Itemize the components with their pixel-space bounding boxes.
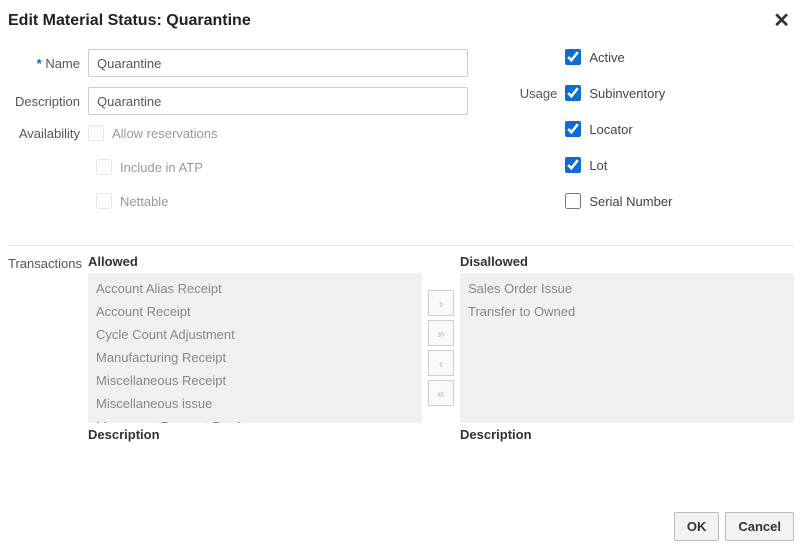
active-checkbox[interactable] (565, 49, 581, 65)
list-item[interactable]: Cycle Count Adjustment (94, 323, 416, 346)
disallowed-description-label: Description (460, 427, 794, 442)
move-all-right-button[interactable]: » (428, 320, 454, 346)
allowed-list[interactable]: Account Alias ReceiptAccount ReceiptCycl… (88, 273, 422, 423)
allow-reservations-checkbox[interactable] (88, 125, 104, 141)
include-atp-checkbox[interactable] (96, 159, 112, 175)
active-label: Active (589, 50, 624, 65)
close-icon[interactable]: ✕ (769, 8, 794, 33)
allow-reservations-label: Allow reservations (112, 126, 218, 141)
disallowed-list[interactable]: Sales Order IssueTransfer to Owned (460, 273, 794, 423)
move-right-button[interactable]: › (428, 290, 454, 316)
serial-label: Serial Number (589, 194, 672, 209)
nettable-label: Nettable (120, 194, 168, 209)
ok-button[interactable]: OK (674, 512, 720, 541)
subinventory-checkbox[interactable] (565, 85, 581, 101)
name-label: Name (8, 56, 88, 71)
transactions-label: Transactions (8, 254, 88, 442)
lot-checkbox[interactable] (565, 157, 581, 173)
availability-label: Availability (8, 126, 88, 141)
nettable-checkbox[interactable] (96, 193, 112, 209)
list-item[interactable]: Sales Order Issue (466, 277, 788, 300)
description-field[interactable] (88, 87, 468, 115)
list-item[interactable]: Account Receipt (94, 300, 416, 323)
move-left-button[interactable]: ‹ (428, 350, 454, 376)
list-item[interactable]: Movement Request Put Away (94, 415, 416, 423)
allowed-description-label: Description (88, 427, 422, 442)
locator-label: Locator (589, 122, 632, 137)
dialog-title: Edit Material Status: Quarantine (8, 12, 251, 30)
subinventory-label: Subinventory (589, 86, 665, 101)
allowed-header: Allowed (88, 254, 422, 269)
disallowed-header: Disallowed (460, 254, 794, 269)
move-all-left-button[interactable]: « (428, 380, 454, 406)
list-item[interactable]: Manufacturing Receipt (94, 346, 416, 369)
list-item[interactable]: Transfer to Owned (466, 300, 788, 323)
usage-label: Usage (515, 86, 565, 101)
serial-checkbox[interactable] (565, 193, 581, 209)
list-item[interactable]: Account Alias Receipt (94, 277, 416, 300)
name-field[interactable] (88, 49, 468, 77)
locator-checkbox[interactable] (565, 121, 581, 137)
list-item[interactable]: Miscellaneous Receipt (94, 369, 416, 392)
description-label: Description (8, 94, 88, 109)
lot-label: Lot (589, 158, 607, 173)
list-item[interactable]: Miscellaneous issue (94, 392, 416, 415)
include-atp-label: Include in ATP (120, 160, 203, 175)
cancel-button[interactable]: Cancel (725, 512, 794, 541)
